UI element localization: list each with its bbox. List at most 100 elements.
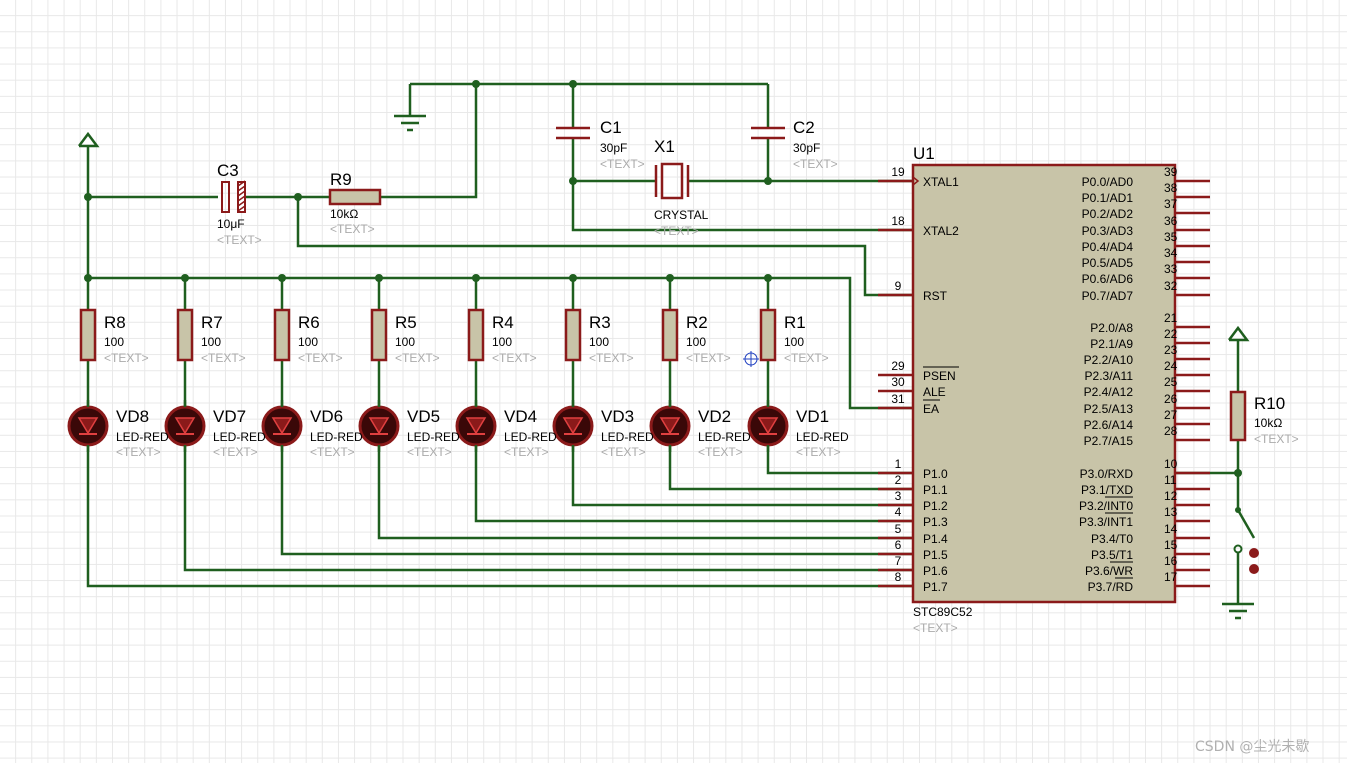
junction-dot	[569, 80, 577, 88]
x1-ref: X1	[654, 137, 675, 156]
r9-ref: R9	[330, 170, 352, 189]
pin-number: 23	[1164, 343, 1178, 357]
pin-number: 4	[895, 505, 902, 519]
pin-name: P2.3/A11	[1085, 369, 1134, 383]
pin-number: 1	[895, 457, 902, 471]
pin-name: P3.5/T1	[1091, 548, 1133, 562]
junction-dot	[375, 274, 383, 282]
pin-name: P3.1/TXD	[1081, 483, 1133, 497]
c1-value: 30pF	[600, 141, 627, 155]
pin-number: 17	[1164, 570, 1178, 584]
capacitor-c3-plate	[221, 181, 230, 213]
pin-number: 27	[1164, 408, 1178, 422]
pin-name: P1.6	[923, 564, 948, 578]
led-ref: VD6	[310, 407, 343, 426]
pin-name: P0.2/AD2	[1082, 207, 1134, 221]
schematic: 19 XTAL1 18 XTAL2 9 RST 29 PSEN 30 ALE 31 EA 1 P1.0 2 P…	[67, 80, 1309, 755]
switch-button-icon	[1249, 548, 1259, 558]
pin-number: 13	[1164, 505, 1178, 519]
led-text: <TEXT>	[796, 445, 841, 459]
switch-contact	[1233, 544, 1243, 554]
pin-number: 29	[891, 359, 905, 373]
pin-number: 11	[1164, 473, 1177, 487]
resistor-ref: R3	[589, 313, 611, 332]
pin-number: 18	[891, 214, 905, 228]
c2-text: <TEXT>	[793, 157, 838, 171]
resistor-value: 100	[784, 335, 804, 349]
pin-name: P3.4/T0	[1091, 532, 1133, 546]
u1-ref: U1	[913, 144, 935, 163]
pin-number: 32	[1164, 279, 1178, 293]
pin-name: P2.1/A9	[1090, 337, 1133, 351]
led-value: LED-RED	[213, 430, 266, 444]
resistor-text: <TEXT>	[298, 351, 343, 365]
junction-dot	[84, 193, 92, 201]
r9-text: <TEXT>	[330, 222, 375, 236]
c3-ref: C3	[217, 161, 239, 180]
led-ref: VD2	[698, 407, 731, 426]
resistor-body	[176, 308, 194, 362]
led-text: <TEXT>	[504, 445, 549, 459]
resistor-ref: R5	[395, 313, 417, 332]
c2-ref: C2	[793, 118, 815, 137]
wire	[296, 197, 913, 297]
pin-number: 10	[1164, 457, 1178, 471]
junction-dot	[278, 274, 286, 282]
junction-dot	[764, 177, 772, 185]
resistor-value: 100	[492, 335, 512, 349]
pin-number: 6	[895, 538, 902, 552]
pin-number: 8	[895, 570, 902, 584]
pin-name: P1.4	[923, 532, 948, 546]
resistor-value: 100	[201, 335, 221, 349]
pin-name: P1.0	[923, 467, 948, 481]
watermark: CSDN @尘光未歇	[1195, 739, 1309, 755]
resistor-body	[467, 308, 485, 362]
led-value: LED-RED	[116, 430, 169, 444]
junction-dot	[472, 274, 480, 282]
pin-name: RST	[923, 289, 948, 303]
pin-name: P3.2/INT0	[1079, 499, 1133, 513]
led-ref: VD7	[213, 407, 246, 426]
resistor-ref: R1	[784, 313, 806, 332]
pin-name: P2.5/A13	[1084, 402, 1134, 416]
c1-text: <TEXT>	[600, 157, 645, 171]
pin-number: 25	[1164, 375, 1178, 389]
x1-value: CRYSTAL	[654, 208, 709, 222]
led-text: <TEXT>	[407, 445, 452, 459]
resistor-ref: R6	[298, 313, 320, 332]
junction-dot	[294, 193, 302, 201]
led-ref: VD4	[504, 407, 537, 426]
resistor-ref: R2	[686, 313, 708, 332]
led-ref: VD3	[601, 407, 634, 426]
led-ref: VD5	[407, 407, 440, 426]
pin-name: P1.7	[923, 580, 948, 594]
schematic-canvas: 19 XTAL1 18 XTAL2 9 RST 29 PSEN 30 ALE 31 EA 1 P1.0 2 P…	[0, 0, 1347, 763]
led-value: LED-RED	[698, 430, 751, 444]
resistor-text: <TEXT>	[104, 351, 149, 365]
led-ref: VD1	[796, 407, 829, 426]
resistor-body	[759, 308, 777, 362]
pin-number: 37	[1164, 197, 1178, 211]
pin-name: P0.0/AD0	[1082, 175, 1134, 189]
c3-value: 10μF	[217, 217, 245, 231]
pin-number: 15	[1164, 538, 1178, 552]
pin-number: 3	[895, 489, 902, 503]
c2-value: 30pF	[793, 141, 820, 155]
pin-name: P0.1/AD1	[1082, 191, 1134, 205]
resistor-text: <TEXT>	[201, 351, 246, 365]
pin-number: 26	[1164, 392, 1178, 406]
led-text: <TEXT>	[601, 445, 646, 459]
pin-number: 21	[1164, 311, 1178, 325]
led-value: LED-RED	[310, 430, 363, 444]
pin-name: P0.5/AD5	[1082, 256, 1134, 270]
pin-name: PSEN	[923, 369, 956, 383]
pin-name: P0.4/AD4	[1082, 240, 1134, 254]
pin-name: P0.7/AD7	[1082, 289, 1134, 303]
pin-number: 9	[895, 279, 902, 293]
pin-name: XTAL2	[923, 224, 959, 238]
resistor-text: <TEXT>	[686, 351, 731, 365]
pin-name: P1.5	[923, 548, 948, 562]
pin-name: P3.6/WR	[1085, 564, 1133, 578]
junction-dot	[569, 274, 577, 282]
junction-dot	[84, 274, 92, 282]
